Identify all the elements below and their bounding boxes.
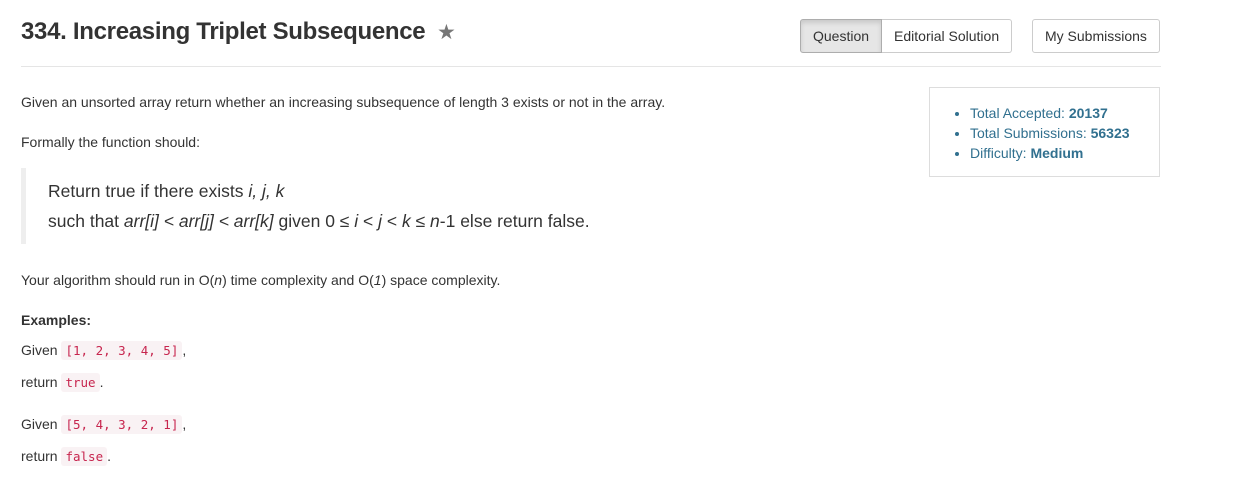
example-1-output-code: true bbox=[61, 373, 100, 392]
tab-editorial-solution[interactable]: Editorial Solution bbox=[882, 19, 1013, 53]
example-1-input: Given [1, 2, 3, 4, 5], bbox=[21, 341, 187, 360]
example-2-input-code: [5, 4, 3, 2, 1] bbox=[61, 415, 183, 434]
complexity-text: Your algorithm should run in O(n) time c… bbox=[21, 272, 501, 288]
example-1-input-code: [1, 2, 3, 4, 5] bbox=[61, 341, 183, 360]
problem-stats-panel: Total Accepted: 20137 Total Submissions:… bbox=[929, 87, 1160, 177]
stat-total-accepted: Total Accepted: 20137 bbox=[970, 103, 1159, 123]
problem-title: 334. Increasing Triplet Subsequence bbox=[21, 18, 426, 45]
definition-blockquote: Return true if there exists i, j, k such… bbox=[21, 168, 901, 244]
intro-text: Given an unsorted array return whether a… bbox=[21, 94, 666, 110]
quote-line-1: Return true if there exists i, j, k bbox=[48, 181, 285, 201]
stat-total-submissions: Total Submissions: 56323 bbox=[970, 123, 1159, 143]
tab-question[interactable]: Question bbox=[800, 19, 883, 53]
question-tab-group: Question Editorial Solution bbox=[800, 19, 1013, 53]
example-2-input: Given [5, 4, 3, 2, 1], bbox=[21, 415, 187, 434]
my-submissions-button[interactable]: My Submissions bbox=[1032, 19, 1160, 53]
example-1-output: return true. bbox=[21, 373, 104, 392]
problem-description: Given an unsorted array return whether a… bbox=[21, 90, 901, 467]
example-2-output-code: false bbox=[61, 447, 108, 466]
quote-line-2: such that arr[i] < arr[j] < arr[k] given… bbox=[48, 211, 590, 231]
stats-list: Total Accepted: 20137 Total Submissions:… bbox=[930, 88, 1159, 163]
star-icon[interactable]: ★ bbox=[437, 20, 456, 45]
stat-difficulty: Difficulty: Medium bbox=[970, 143, 1159, 163]
problem-header: 334. Increasing Triplet Subsequence ★ Qu… bbox=[21, 14, 1161, 67]
formally-text: Formally the function should: bbox=[21, 134, 200, 150]
examples-heading: Examples: bbox=[21, 312, 92, 328]
example-2-output: return false. bbox=[21, 447, 111, 466]
